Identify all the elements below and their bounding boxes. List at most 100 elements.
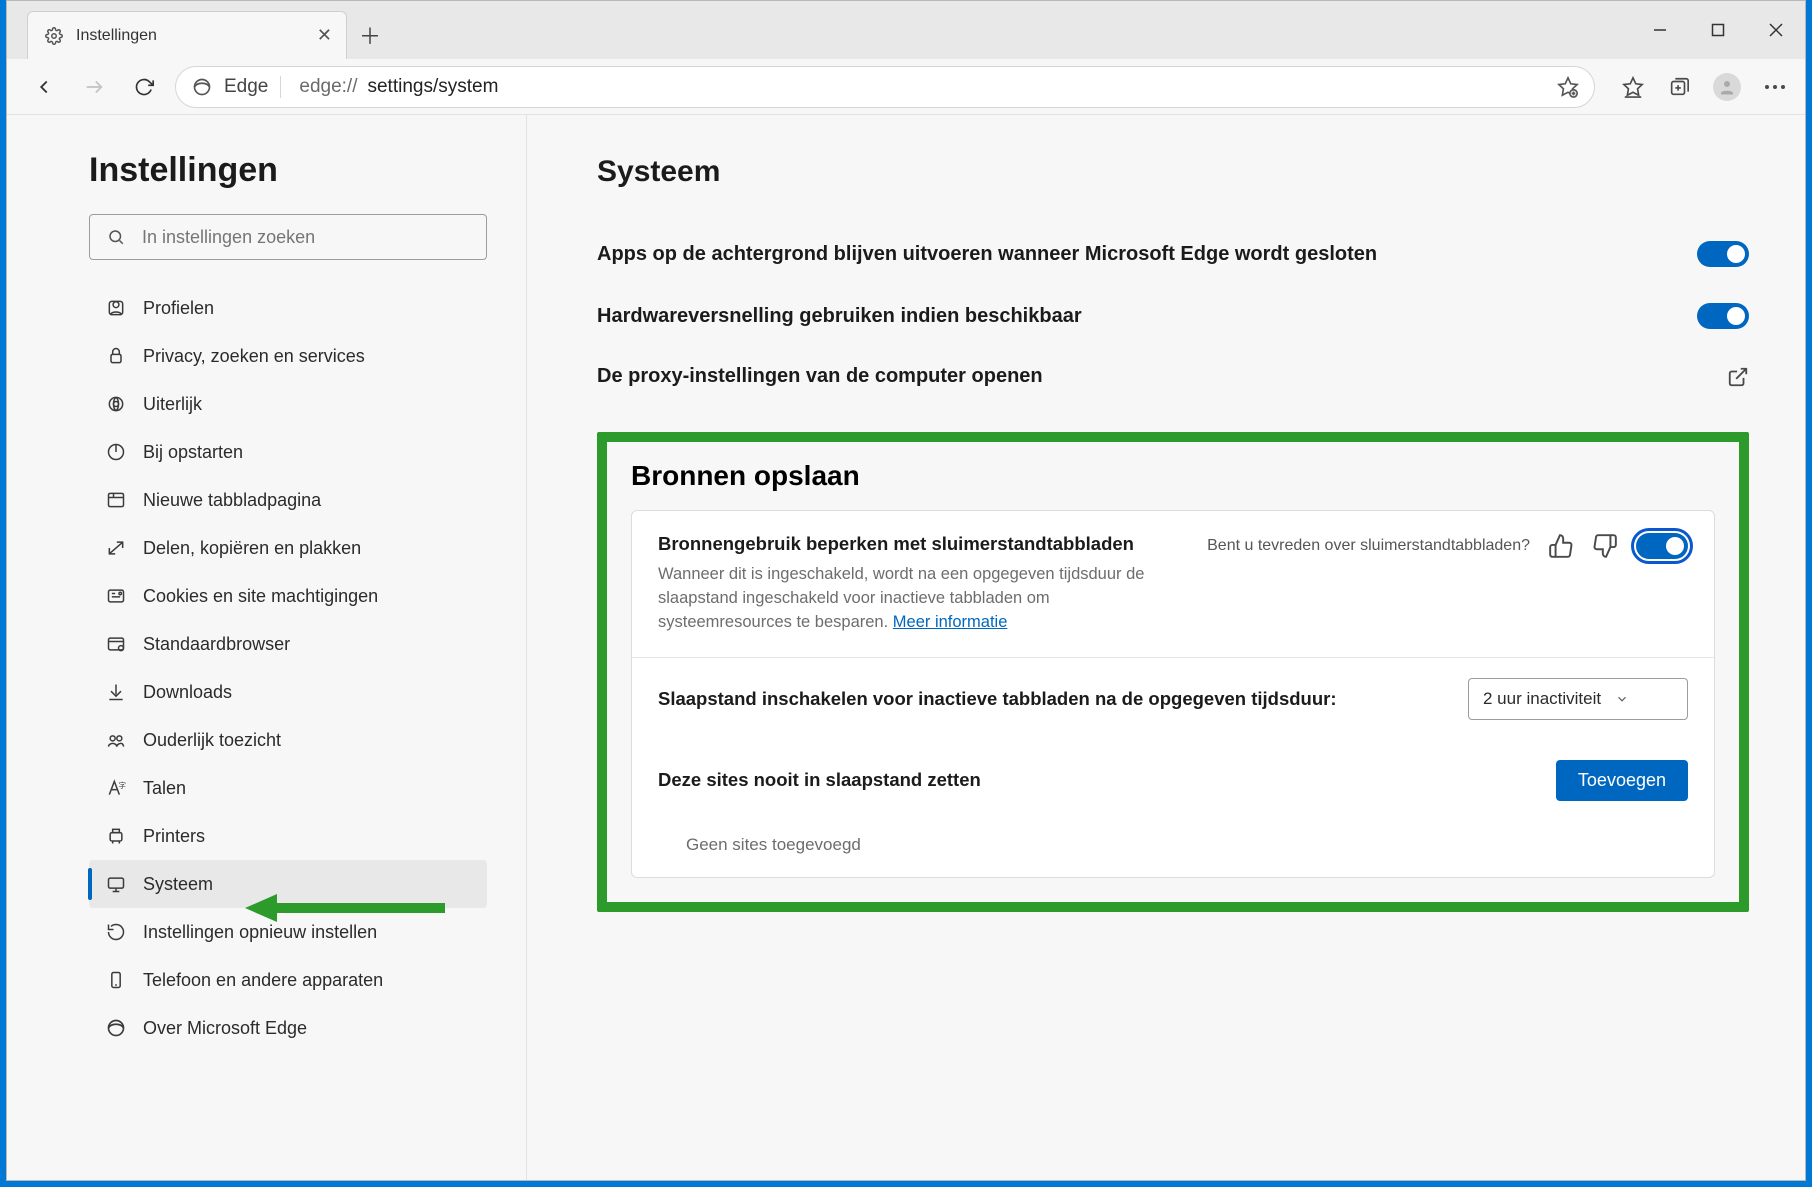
open-external-icon (1727, 366, 1749, 388)
sleep-timeout-select[interactable]: 2 uur inactiviteit (1468, 678, 1688, 720)
toggle-background-apps[interactable] (1697, 241, 1749, 267)
sidebar: Instellingen Profielen Privacy, zoeken en… (7, 115, 527, 1180)
sidebar-item[interactable]: Bij opstarten (89, 428, 487, 476)
minimize-button[interactable] (1631, 1, 1689, 59)
sidebar-item-icon (105, 1018, 127, 1038)
favorite-star-icon[interactable] (1556, 75, 1580, 99)
setting-label: Apps op de achtergrond blijven uitvoeren… (597, 243, 1697, 266)
browser-tab[interactable]: Instellingen ✕ (27, 11, 347, 59)
sidebar-title: Instellingen (89, 151, 486, 190)
forward-button[interactable] (75, 68, 113, 106)
sidebar-item[interactable]: Standaardbrowser (89, 620, 487, 668)
sidebar-item-icon (105, 586, 127, 606)
chevron-down-icon (1615, 692, 1629, 706)
sidebar-item-label: Instellingen opnieuw instellen (143, 922, 377, 943)
window-frame: Instellingen ✕ ＋ Edge edge://settings/sy… (6, 0, 1806, 1181)
never-sleep-label: Deze sites nooit in slaapstand zetten (658, 769, 1536, 791)
edge-logo-icon (190, 75, 214, 99)
sidebar-item-label: Delen, kopiëren en plakken (143, 538, 361, 559)
sidebar-item[interactable]: Uiterlijk (89, 380, 487, 428)
sidebar-item-label: Privacy, zoeken en services (143, 346, 365, 367)
sidebar-item-icon (105, 874, 127, 894)
sidebar-item-label: Downloads (143, 682, 232, 703)
sidebar-item[interactable]: Systeem (89, 860, 487, 908)
sleep-timeout-row: Slaapstand inschakelen voor inactieve ta… (632, 657, 1714, 740)
page-title: Systeem (597, 155, 1749, 189)
thumbs-up-icon[interactable] (1548, 533, 1574, 559)
sidebar-item-icon (105, 970, 127, 990)
collections-icon[interactable] (1667, 75, 1691, 99)
window-controls (1631, 1, 1805, 59)
never-sleep-empty: Geen sites toegevoegd (632, 821, 1714, 877)
sidebar-item[interactable]: Delen, kopiëren en plakken (89, 524, 487, 572)
sidebar-item[interactable]: Privacy, zoeken en services (89, 332, 487, 380)
sidebar-item-label: Ouderlijk toezicht (143, 730, 281, 751)
sleep-tabs-card: Bronnengebruik beperken met sluimerstand… (631, 510, 1715, 878)
sidebar-item-icon (105, 922, 127, 942)
sidebar-item-icon (105, 826, 127, 846)
sidebar-item-icon (105, 730, 127, 750)
sidebar-item-label: Systeem (143, 874, 213, 895)
titlebar: Instellingen ✕ ＋ (7, 1, 1805, 59)
add-site-button[interactable]: Toevoegen (1556, 760, 1688, 801)
section-title: Bronnen opslaan (631, 460, 1715, 492)
sidebar-item[interactable]: Ouderlijk toezicht (89, 716, 487, 764)
thumbs-down-icon[interactable] (1592, 533, 1618, 559)
profile-avatar[interactable] (1713, 73, 1741, 101)
maximize-button[interactable] (1689, 1, 1747, 59)
sidebar-item[interactable]: Instellingen opnieuw instellen (89, 908, 487, 956)
settings-search[interactable] (89, 214, 487, 260)
close-window-button[interactable] (1747, 1, 1805, 59)
sidebar-item[interactable]: Cookies en site machtigingen (89, 572, 487, 620)
sidebar-item-icon: 字 (105, 778, 127, 798)
more-icon[interactable] (1763, 75, 1787, 99)
save-resources-section: Bronnen opslaan Bronnengebruik beperken … (597, 432, 1749, 912)
sidebar-item[interactable]: Telefoon en andere apparaten (89, 956, 487, 1004)
sidebar-item-label: Nieuwe tabbladpagina (143, 490, 321, 511)
feedback-question: Bent u tevreden over sluimerstandtabblad… (1207, 537, 1530, 555)
sidebar-item-icon (105, 682, 127, 702)
sidebar-item-label: Uiterlijk (143, 394, 202, 415)
select-value: 2 uur inactiviteit (1483, 689, 1601, 709)
sleep-tabs-row: Bronnengebruik beperken met sluimerstand… (632, 511, 1714, 657)
settings-search-input[interactable] (142, 227, 472, 248)
search-icon (104, 225, 128, 249)
setting-label: Hardwareversnelling gebruiken indien bes… (597, 305, 1697, 328)
reload-button[interactable] (125, 68, 163, 106)
tab-close-icon[interactable]: ✕ (317, 25, 332, 46)
setting-hardware-accel: Hardwareversnelling gebruiken indien bes… (597, 285, 1749, 347)
sidebar-item-icon (105, 394, 127, 414)
sleep-tabs-title: Bronnengebruik beperken met sluimerstand… (658, 533, 1187, 555)
plus-icon: ＋ (359, 19, 381, 51)
url-path: settings/system (367, 76, 498, 98)
tab-title: Instellingen (76, 27, 307, 45)
toolbar: Edge edge://settings/system (7, 59, 1805, 115)
sidebar-item[interactable]: Downloads (89, 668, 487, 716)
toggle-hardware-accel[interactable] (1697, 303, 1749, 329)
setting-label: De proxy-instellingen van de computer op… (597, 365, 1727, 388)
sidebar-item[interactable]: Over Microsoft Edge (89, 1004, 487, 1052)
url-prefix: edge:// (299, 76, 357, 98)
sidebar-item-label: Profielen (143, 298, 214, 319)
setting-open-proxy[interactable]: De proxy-instellingen van de computer op… (597, 347, 1749, 406)
learn-more-link[interactable]: Meer informatie (893, 613, 1008, 631)
back-button[interactable] (25, 68, 63, 106)
sidebar-item-icon (105, 298, 127, 318)
body: Instellingen Profielen Privacy, zoeken en… (7, 115, 1805, 1180)
toolbar-right (1621, 73, 1787, 101)
new-tab-button[interactable]: ＋ (347, 11, 393, 59)
sidebar-item-icon (105, 346, 127, 366)
toggle-sleep-tabs[interactable] (1636, 533, 1688, 559)
sidebar-item-label: Over Microsoft Edge (143, 1018, 307, 1039)
sidebar-item[interactable]: 字Talen (89, 764, 487, 812)
setting-background-apps: Apps op de achtergrond blijven uitvoeren… (597, 223, 1749, 285)
sidebar-item[interactable]: Profielen (89, 284, 487, 332)
sidebar-item[interactable]: Nieuwe tabbladpagina (89, 476, 487, 524)
sleep-tabs-desc: Wanneer dit is ingeschakeld, wordt na ee… (658, 563, 1187, 635)
svg-text:字: 字 (119, 780, 127, 790)
address-bar[interactable]: Edge edge://settings/system (175, 66, 1595, 108)
favorites-icon[interactable] (1621, 75, 1645, 99)
sidebar-item-icon (105, 538, 127, 558)
sidebar-item[interactable]: Printers (89, 812, 487, 860)
sidebar-item-label: Cookies en site machtigingen (143, 586, 378, 607)
